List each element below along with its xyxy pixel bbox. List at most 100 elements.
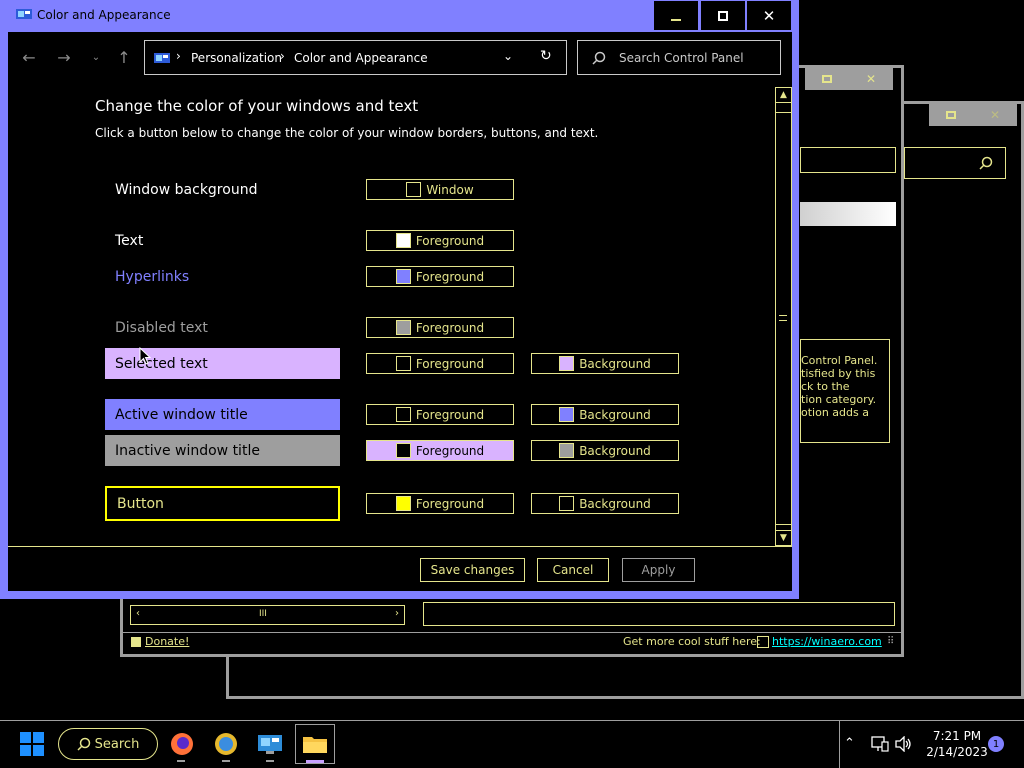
apply-button[interactable]: Apply [622, 558, 695, 582]
minimize-icon [671, 18, 681, 21]
breadcrumb-color-appearance[interactable]: Color and Appearance [294, 51, 428, 65]
firefox-icon [171, 733, 193, 755]
color-chip [395, 233, 411, 248]
recent-locations-button[interactable]: ⌄ [84, 43, 108, 71]
label-window-background: Window background [115, 182, 258, 198]
info-line: tisfied by this [801, 367, 876, 380]
search-input[interactable]: Search Control Panel [577, 40, 781, 75]
clock-date: 2/14/2023 [926, 745, 988, 759]
donate-link[interactable]: Donate! [145, 635, 189, 648]
bg1-maximize-button[interactable] [805, 68, 849, 90]
cancel-button[interactable]: Cancel [537, 558, 609, 582]
taskbar-clock[interactable]: 7:21 PM 2/14/2023 [916, 728, 998, 760]
button-label: Background [579, 443, 651, 458]
winaero-link[interactable]: https://winaero.com [772, 635, 882, 648]
running-indicator [266, 760, 274, 762]
label-active-window-title: Active window title [115, 406, 248, 423]
bg1-list-header [800, 147, 896, 173]
taskbar-firefox[interactable] [164, 726, 200, 762]
button-label: Foreground [415, 443, 485, 458]
label-hyperlinks: Hyperlinks [115, 269, 190, 285]
scroll-thumb-grip[interactable] [779, 315, 787, 321]
breadcrumb-separator[interactable]: › [280, 49, 285, 63]
scroll-up-icon[interactable]: ▲ [776, 88, 791, 103]
taskbar-browser[interactable] [208, 726, 244, 762]
bg1-selected-item[interactable] [800, 202, 896, 226]
info-line: tion category. [801, 393, 877, 406]
close-button[interactable]: ✕ [747, 1, 791, 30]
bg2-restore-button[interactable] [929, 104, 973, 126]
info-line: Control Panel. [801, 354, 878, 367]
scroll-thumb[interactable]: III [259, 609, 267, 619]
button-label: Background [579, 496, 651, 511]
bg2-search-box[interactable] [904, 147, 1006, 179]
bg1-panel-bottom [423, 602, 895, 626]
network-icon[interactable] [871, 736, 889, 752]
color-chip [395, 443, 411, 458]
taskbar-control-panel[interactable] [252, 726, 288, 762]
maximize-button[interactable] [701, 1, 745, 30]
search-icon [592, 51, 606, 65]
selected-foreground-button[interactable]: Foreground [366, 353, 514, 374]
running-indicator [177, 760, 185, 762]
bg1-hscrollbar[interactable]: ‹ III › [130, 605, 405, 625]
resize-grip-icon[interactable]: ⠿ [887, 636, 894, 647]
chevron-down-icon[interactable]: ⌄ [503, 49, 513, 63]
save-changes-button[interactable]: Save changes [420, 558, 525, 582]
bg2-close-button[interactable]: ✕ [973, 104, 1017, 126]
scroll-down-icon[interactable]: ▼ [776, 530, 791, 545]
start-windows-icon[interactable] [20, 732, 44, 756]
volume-icon[interactable] [895, 736, 913, 752]
active-title-background-button[interactable]: Background [531, 404, 679, 425]
title-bar[interactable]: Color and Appearance ✕ [0, 0, 799, 31]
label-inactive-window-title: Inactive window title [115, 442, 260, 459]
up-button[interactable]: ↑ [112, 43, 136, 71]
arrow-left-icon: ← [22, 47, 36, 67]
button-foreground-button[interactable]: Foreground [366, 493, 514, 514]
maximize-icon [718, 10, 728, 21]
page-title: Change the color of your windows and tex… [95, 97, 419, 115]
button-label: Foreground [415, 269, 485, 284]
scroll-left-icon[interactable]: ‹ [136, 608, 140, 619]
donate-icon [131, 637, 141, 647]
notification-badge[interactable]: 1 [988, 736, 1004, 752]
color-chip [395, 407, 411, 422]
disabled-foreground-button[interactable]: Foreground [366, 317, 514, 338]
inactive-title-background-button[interactable]: Background [531, 440, 679, 461]
label-button: Button [117, 495, 164, 512]
label-text: Text [115, 233, 144, 249]
bg1-info-box: Control Panel. tisfied by this ck to the… [800, 339, 890, 443]
inactive-title-foreground-button[interactable]: Foreground [366, 440, 514, 461]
refresh-icon[interactable]: ↻ [540, 48, 552, 64]
breadcrumb-separator[interactable]: › [176, 49, 181, 63]
bg1-close-button[interactable]: ✕ [849, 68, 893, 90]
back-button[interactable]: ← [17, 43, 41, 71]
minimize-button[interactable] [654, 1, 698, 30]
chevron-up-icon[interactable]: ⌃ [844, 736, 855, 751]
window-title: Color and Appearance [37, 8, 171, 22]
address-bar[interactable]: › Personalization › Color and Appearance… [144, 40, 567, 75]
forward-button[interactable]: → [52, 43, 76, 71]
selected-background-button[interactable]: Background [531, 353, 679, 374]
breadcrumb-personalization[interactable]: Personalization [191, 51, 282, 65]
button-label: Background [579, 407, 651, 422]
hyperlinks-foreground-button[interactable]: Foreground [366, 266, 514, 287]
taskbar-file-explorer[interactable] [295, 724, 335, 764]
color-appearance-window: Color and Appearance ✕ ← → ⌄ ↑ › Persona… [0, 0, 799, 599]
active-title-foreground-button[interactable]: Foreground [366, 404, 514, 425]
taskbar-search-button[interactable]: Search [58, 728, 158, 760]
active-indicator [306, 760, 324, 763]
scroll-right-icon[interactable]: › [395, 608, 399, 619]
window-color-button[interactable]: Window [366, 179, 514, 200]
button-label: Foreground [415, 356, 485, 371]
color-chip [395, 356, 411, 371]
button-background-button[interactable]: Background [531, 493, 679, 514]
text-foreground-button[interactable]: Foreground [366, 230, 514, 251]
button-label: Foreground [415, 233, 485, 248]
vertical-scrollbar[interactable]: ▲ ▼ [775, 87, 792, 546]
color-chip [559, 356, 575, 371]
close-icon: ✕ [762, 6, 776, 25]
clock-time: 7:21 PM [932, 729, 982, 743]
winaero-icon [757, 636, 769, 648]
divider [8, 546, 792, 547]
